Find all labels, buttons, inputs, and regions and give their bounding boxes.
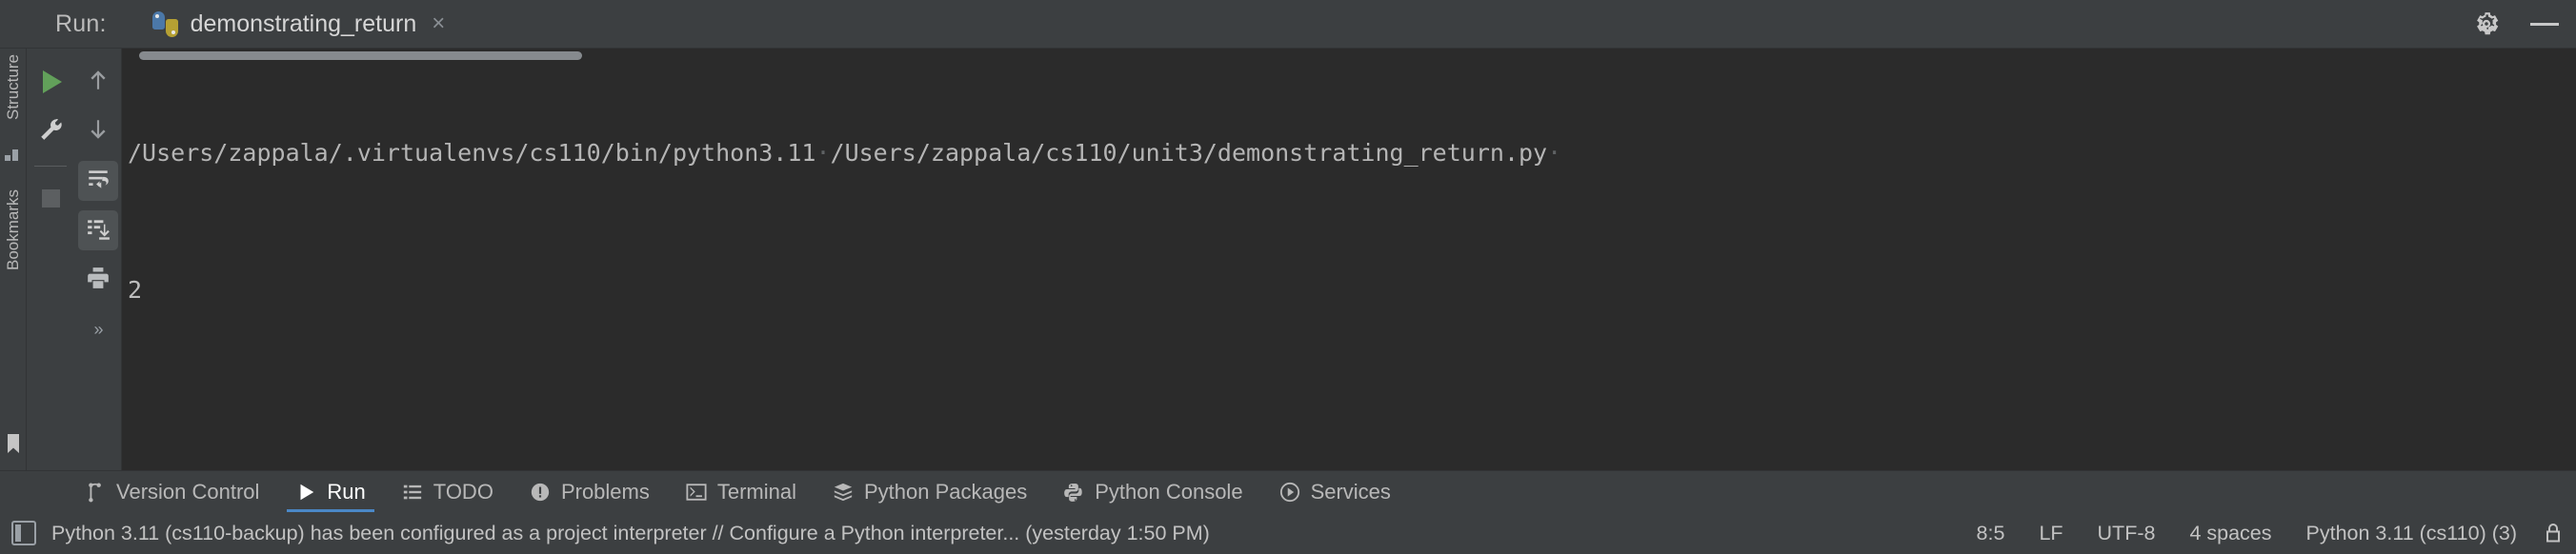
tool-window-toggle-icon[interactable] xyxy=(11,521,36,545)
scrollbar-thumb[interactable] xyxy=(139,51,582,60)
python-file-icon xyxy=(152,11,178,37)
arrow-up-icon xyxy=(86,68,111,97)
stripe-label-bookmarks: Bookmarks xyxy=(4,189,23,270)
minimize-icon[interactable] xyxy=(2530,10,2559,37)
tool-tab-run[interactable]: Run xyxy=(277,471,383,512)
toolbar-separator xyxy=(34,166,67,167)
run-console[interactable]: /Users/zappala/.virtualenvs/cs110/bin/py… xyxy=(122,49,2576,470)
status-message[interactable]: Python 3.11 (cs110-backup) has been conf… xyxy=(51,522,1210,545)
run-toolbar-secondary: » xyxy=(74,49,122,470)
structure-icon xyxy=(5,149,20,161)
run-label: Run: xyxy=(55,10,107,38)
tool-window-tab-bar: Version Control Run TODO xyxy=(0,470,2576,512)
gear-icon[interactable] xyxy=(2473,10,2500,37)
python-console-icon xyxy=(1063,482,1084,503)
chevron-double-right-icon: » xyxy=(93,320,101,340)
console-blank-line xyxy=(128,376,2576,410)
tool-tab-label: Python Packages xyxy=(864,480,1027,505)
stop-button[interactable] xyxy=(30,178,70,218)
tool-tab-label: Problems xyxy=(561,480,650,505)
left-stripe-bar: Structure Bookmarks xyxy=(0,49,27,470)
status-bar-left: Python 3.11 (cs110-backup) has been conf… xyxy=(11,521,1210,545)
console-command-line: /Users/zappala/.virtualenvs/cs110/bin/py… xyxy=(128,136,2576,170)
soft-wrap-icon xyxy=(86,167,111,196)
lock-icon[interactable] xyxy=(2544,522,2563,544)
indent-setting[interactable]: 4 spaces xyxy=(2172,522,2288,545)
tool-tab-python-console[interactable]: Python Console xyxy=(1045,471,1260,512)
scroll-to-end-button[interactable] xyxy=(78,210,118,250)
branch-icon xyxy=(85,482,106,503)
rerun-button[interactable] xyxy=(30,62,70,102)
stop-square-icon xyxy=(42,189,60,208)
print-button[interactable] xyxy=(78,260,118,300)
more-actions-button[interactable]: » xyxy=(78,309,118,349)
stripe-button-bookmarks[interactable]: Bookmarks xyxy=(0,189,27,313)
soft-wrap-button[interactable] xyxy=(78,161,118,201)
space-dot: · xyxy=(815,139,830,167)
run-tab-label: demonstrating_return xyxy=(191,10,417,38)
tool-tab-label: Python Console xyxy=(1095,480,1242,505)
tool-tab-label: Run xyxy=(327,480,365,505)
warning-circle-icon xyxy=(530,482,551,503)
arrow-down-icon xyxy=(86,117,111,147)
bookmark-icon xyxy=(7,434,20,453)
checklist-icon xyxy=(402,482,423,503)
next-occurrence-button[interactable] xyxy=(78,111,118,151)
tool-tab-terminal[interactable]: Terminal xyxy=(668,471,815,512)
console-output: /Users/zappala/.virtualenvs/cs110/bin/py… xyxy=(122,49,2576,470)
run-window-body: Structure Bookmarks xyxy=(0,48,2576,470)
tool-tab-services[interactable]: Services xyxy=(1261,471,1409,512)
run-toolbar-primary xyxy=(27,49,74,470)
pycharm-run-tool-window: Run: demonstrating_return × Structure xyxy=(0,0,2576,554)
wrench-icon xyxy=(38,117,63,147)
previous-occurrence-button[interactable] xyxy=(78,62,118,102)
play-icon xyxy=(43,70,62,93)
status-bar: Python 3.11 (cs110-backup) has been conf… xyxy=(0,512,2576,554)
services-play-icon xyxy=(1279,482,1300,503)
space-dot-trailing: · xyxy=(1547,139,1561,167)
caret-position[interactable]: 8:5 xyxy=(1960,522,2023,545)
tool-tab-problems[interactable]: Problems xyxy=(512,471,668,512)
status-bar-right: 8:5 LF UTF-8 4 spaces Python 3.11 (cs110… xyxy=(1960,512,2563,554)
scroll-to-end-icon xyxy=(86,216,111,246)
run-tool-window-header: Run: demonstrating_return × xyxy=(0,0,2576,48)
tool-tab-python-packages[interactable]: Python Packages xyxy=(815,471,1045,512)
tool-tab-label: Version Control xyxy=(116,480,259,505)
close-icon[interactable]: × xyxy=(432,12,445,35)
header-actions xyxy=(2473,0,2559,48)
terminal-prompt-icon xyxy=(686,482,707,503)
packages-icon xyxy=(833,482,854,503)
tool-tab-version-control[interactable]: Version Control xyxy=(67,471,277,512)
console-vertical-scrollbar[interactable] xyxy=(2561,49,2576,470)
tool-tab-label: TODO xyxy=(433,480,493,505)
line-separator[interactable]: LF xyxy=(2022,522,2080,545)
tool-tab-label: Terminal xyxy=(717,480,796,505)
stripe-label-structure: Structure xyxy=(4,54,23,120)
console-horizontal-scrollbar[interactable] xyxy=(122,49,2559,60)
script-path: /Users/zappala/cs110/unit3/demonstrating… xyxy=(831,139,1548,167)
modify-run-configuration-button[interactable] xyxy=(30,111,70,151)
file-encoding[interactable]: UTF-8 xyxy=(2081,522,2173,545)
tool-tab-todo[interactable]: TODO xyxy=(384,471,512,512)
console-program-output: 2 xyxy=(128,273,2576,307)
python-interpreter-path: /Users/zappala/.virtualenvs/cs110/bin/py… xyxy=(128,139,815,167)
tool-tab-label: Services xyxy=(1311,480,1391,505)
printer-icon xyxy=(86,266,111,295)
play-triangle-icon xyxy=(295,482,316,503)
run-configuration-tab[interactable]: demonstrating_return × xyxy=(152,0,455,48)
interpreter-selector[interactable]: Python 3.11 (cs110) (3) xyxy=(2289,522,2534,545)
